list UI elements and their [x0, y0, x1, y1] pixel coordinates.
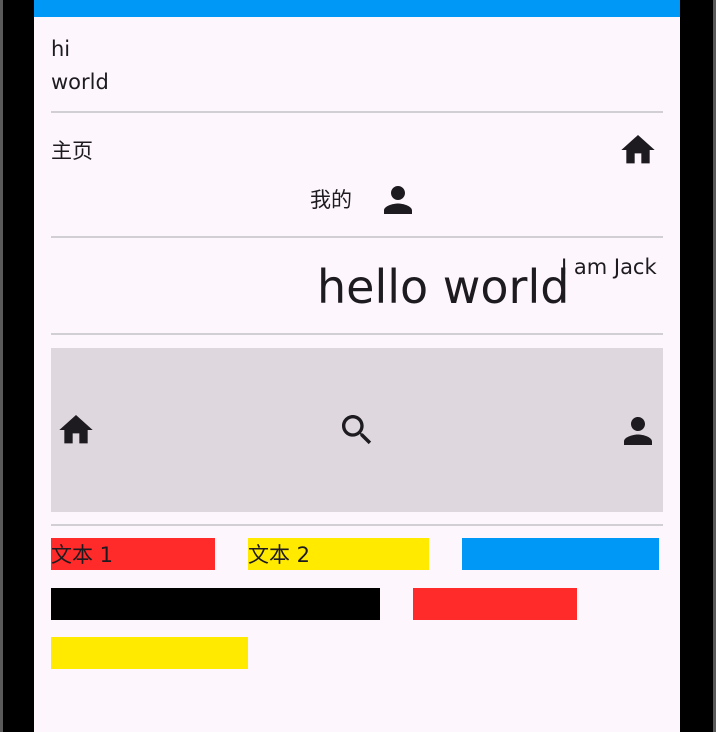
app-bar — [34, 0, 680, 17]
wrap-box-4 — [51, 588, 380, 620]
wrap-box-label: 文本 2 — [248, 543, 311, 567]
icon-bar — [51, 348, 663, 512]
divider — [51, 333, 663, 335]
wrap-box-5 — [413, 588, 577, 620]
device-bezel-left — [0, 0, 3, 732]
headline-sub: I am Jack — [561, 255, 657, 279]
divider — [51, 524, 663, 526]
person-icon — [377, 179, 419, 221]
wrap-box-3 — [462, 538, 659, 570]
home-icon[interactable] — [55, 410, 97, 450]
phone-screen: hi world 主页 我的 hello world I am Jack 文本 … — [34, 0, 680, 732]
home-icon — [617, 130, 659, 170]
headline-main: hello world — [317, 260, 570, 314]
person-icon[interactable] — [617, 410, 659, 452]
wrap-box-label: 文本 1 — [51, 543, 114, 567]
wrap-box-1: 文本 1 — [51, 538, 215, 570]
mine-row-label: 我的 — [310, 188, 352, 212]
divider — [51, 111, 663, 113]
home-row-label: 主页 — [51, 139, 93, 163]
search-icon[interactable] — [337, 410, 377, 450]
text-line-world: world — [51, 70, 109, 94]
wrap-box-6 — [51, 637, 248, 669]
wrap-box-2: 文本 2 — [248, 538, 429, 570]
divider — [51, 236, 663, 238]
text-line-hi: hi — [51, 37, 71, 61]
